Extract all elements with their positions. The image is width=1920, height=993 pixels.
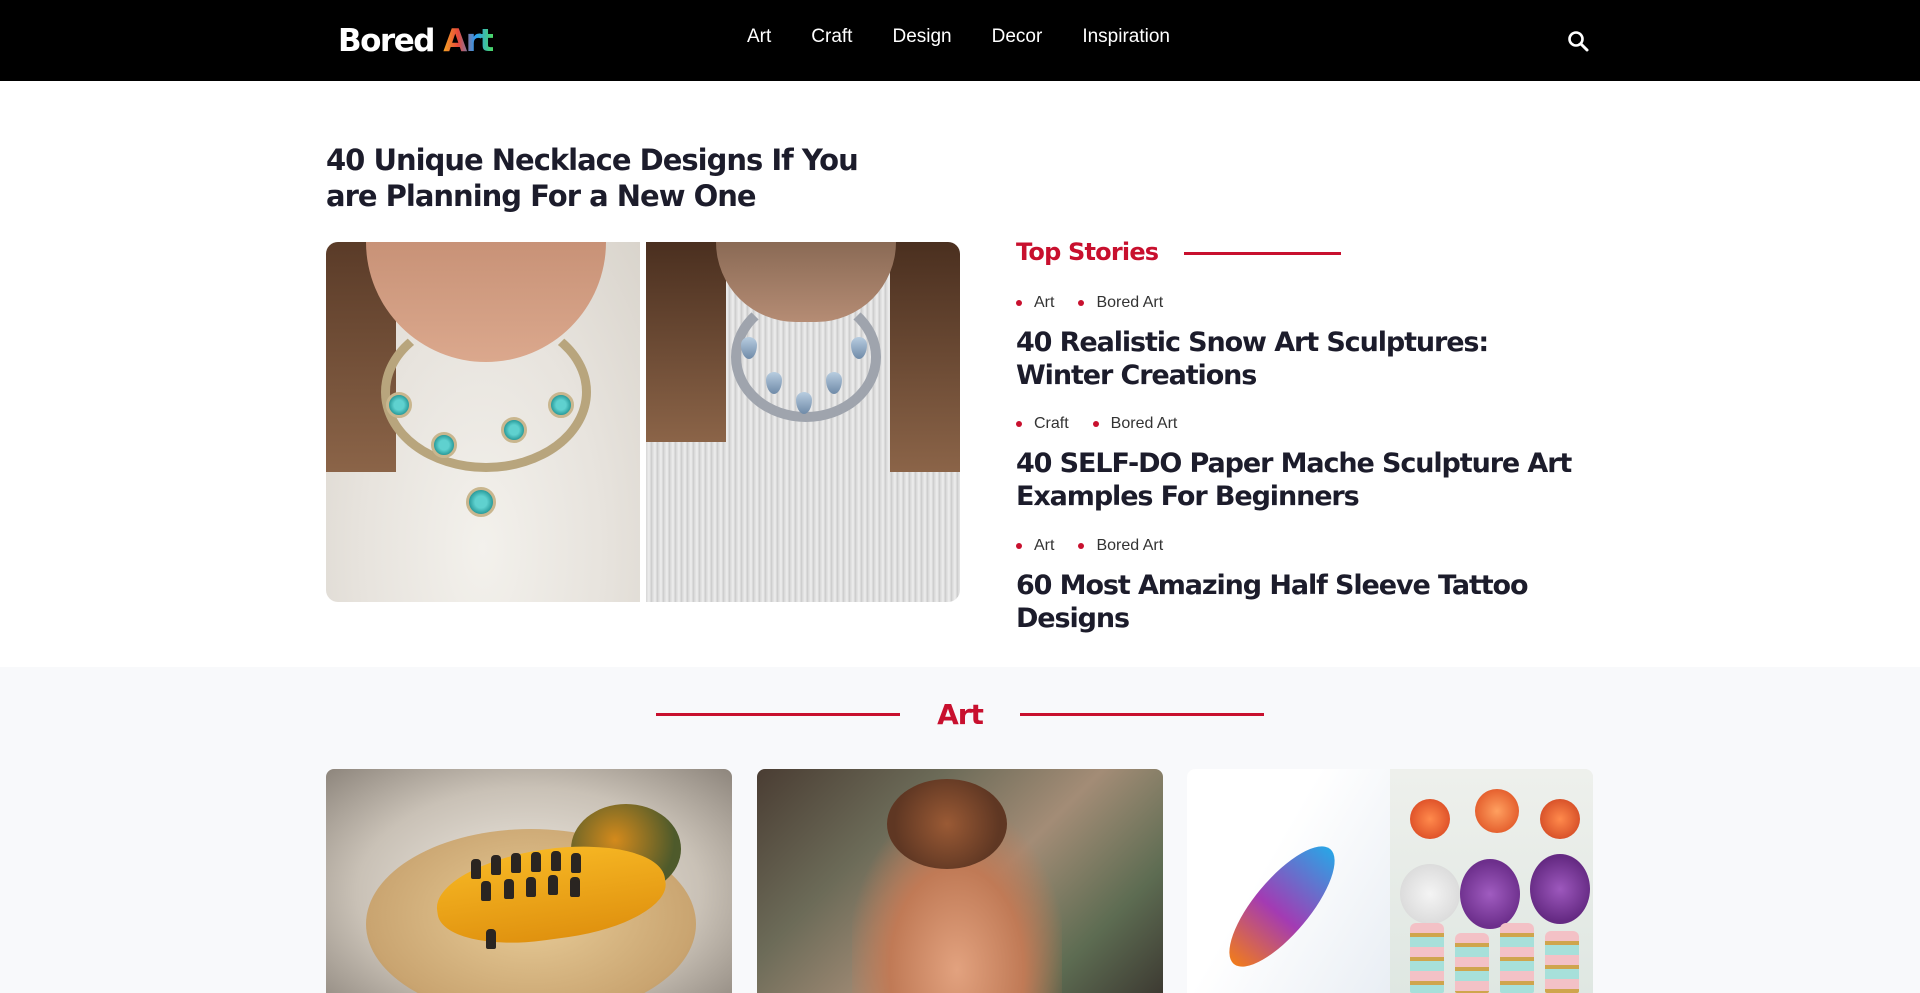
story-category[interactable]: Craft (1016, 413, 1069, 435)
story-title[interactable]: 60 Most Amazing Half Sleeve Tattoo Desig… (1016, 569, 1586, 635)
feather-painting (1212, 831, 1352, 982)
miniature-figure (511, 853, 521, 873)
miniature-figure (570, 877, 580, 897)
miniature-figure (491, 855, 501, 875)
story-meta: Craft Bored Art (1016, 413, 1586, 435)
story-author[interactable]: Bored Art (1078, 292, 1163, 314)
art-section-heading[interactable]: Art (900, 696, 1020, 734)
miniature-figure (548, 875, 558, 895)
necklace-gem (466, 487, 496, 517)
miniature-figure (551, 851, 561, 871)
story-title[interactable]: 40 Realistic Snow Art Sculptures: Winter… (1016, 326, 1586, 392)
flower (1460, 859, 1520, 929)
top-stories-divider (1184, 252, 1341, 255)
story-author[interactable]: Bored Art (1078, 535, 1163, 557)
art-card-painting[interactable] (757, 769, 1163, 993)
striped-vase (1455, 933, 1489, 993)
story-category[interactable]: Art (1016, 292, 1054, 314)
top-stories-heading: Top Stories (1016, 238, 1159, 266)
nav-item-design[interactable]: Design (892, 24, 951, 50)
art-divider-left (656, 713, 900, 716)
hero-article-image[interactable] (326, 242, 960, 602)
story-item: Art Bored Art 60 Most Amazing Half Sleev… (1016, 535, 1586, 635)
search-icon[interactable] (1566, 29, 1590, 53)
striped-vase (1545, 931, 1579, 993)
site-header: Bored Art Art Craft Design Decor Inspira… (0, 0, 1920, 81)
miniature-figure (526, 877, 536, 897)
painted-hair (887, 779, 1007, 869)
striped-vase (1410, 923, 1444, 993)
story-meta: Art Bored Art (1016, 535, 1586, 557)
miniature-figure (504, 879, 514, 899)
necklace-photo-right (646, 242, 960, 602)
necklace-gem (501, 417, 527, 443)
art-card-feather-vases[interactable] (1187, 769, 1593, 993)
flower (1410, 799, 1450, 839)
miniature-figure (471, 859, 481, 879)
flower (1475, 789, 1519, 833)
flower (1400, 864, 1460, 924)
art-divider-right (1020, 713, 1264, 716)
story-author[interactable]: Bored Art (1092, 413, 1177, 435)
site-logo[interactable]: Bored Art (338, 20, 494, 62)
nav-item-decor[interactable]: Decor (992, 24, 1043, 50)
necklace-gem (386, 392, 412, 418)
hair-shape (646, 242, 726, 442)
hair-shape (890, 242, 960, 472)
striped-vase (1500, 923, 1534, 993)
story-category[interactable]: Art (1016, 535, 1054, 557)
story-title[interactable]: 40 SELF-DO Paper Mache Sculpture Art Exa… (1016, 447, 1586, 513)
vases-photo (1390, 769, 1593, 993)
nav-item-art[interactable]: Art (747, 24, 771, 50)
logo-accent-text: Art (443, 23, 494, 59)
story-item: Craft Bored Art 40 SELF-DO Paper Mache S… (1016, 413, 1586, 513)
miniature-figure (531, 852, 541, 872)
necklace-photo-left (326, 242, 640, 602)
miniature-figure (481, 881, 491, 901)
flower (1530, 854, 1590, 924)
miniature-figure (486, 929, 496, 949)
necklace-gem (548, 392, 574, 418)
nav-item-craft[interactable]: Craft (811, 24, 852, 50)
main-nav: Art Craft Design Decor Inspiration (747, 24, 1210, 50)
art-card-pumpkin[interactable] (326, 769, 732, 993)
hero-article-title[interactable]: 40 Unique Necklace Designs If You are Pl… (326, 142, 886, 214)
necklace-gem (431, 432, 457, 458)
story-item: Art Bored Art 40 Realistic Snow Art Scul… (1016, 292, 1586, 392)
nav-item-inspiration[interactable]: Inspiration (1082, 24, 1170, 50)
miniature-figure (571, 853, 581, 873)
feather-canvas-photo (1187, 769, 1390, 993)
flower (1540, 799, 1580, 839)
story-meta: Art Bored Art (1016, 292, 1586, 314)
logo-text: Bored (338, 23, 444, 59)
